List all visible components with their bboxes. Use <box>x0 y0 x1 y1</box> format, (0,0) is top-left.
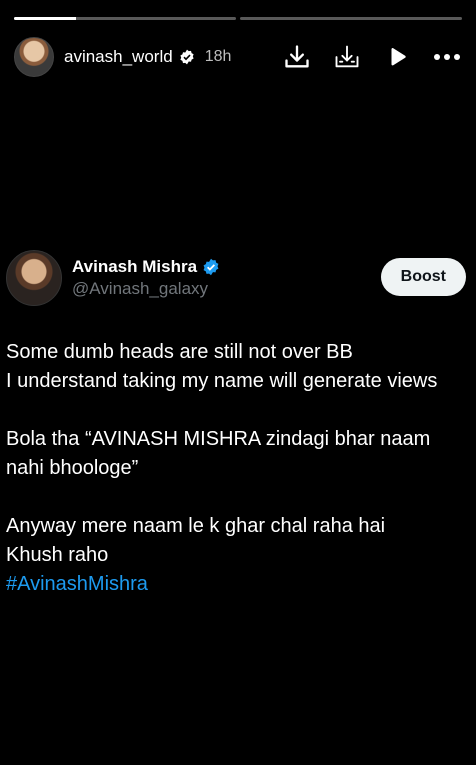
verified-icon <box>180 49 194 65</box>
tweet-line: Some dumb heads are still not over BB <box>6 341 353 363</box>
story-progress <box>14 17 462 20</box>
boost-button[interactable]: Boost <box>380 258 466 296</box>
tweet-line: nahi bhoologe” <box>6 457 139 479</box>
more-icon[interactable] <box>432 42 462 72</box>
tweet-avatar[interactable] <box>6 250 62 306</box>
verified-icon <box>203 258 219 276</box>
display-name-text: Avinash Mishra <box>72 257 198 276</box>
tweet-paragraph-2: Bola tha “AVINASH MISHRA zindagi bhar na… <box>6 425 466 483</box>
story-username[interactable]: avinash_world <box>64 47 173 67</box>
tweet-display-name[interactable]: Avinash Mishra <box>72 257 220 277</box>
download-icon[interactable] <box>282 42 312 72</box>
play-icon[interactable] <box>382 42 412 72</box>
tweet-card: Avinash Mishra @Avinash_galaxy Boost Som… <box>6 250 466 599</box>
progress-segment-1 <box>14 17 236 20</box>
progress-segment-2 <box>240 17 462 20</box>
tweet-handle[interactable]: @Avinash_galaxy <box>72 279 220 299</box>
tweet-text: Some dumb heads are still not over BB I … <box>6 338 466 599</box>
story-time: 18h <box>204 48 232 65</box>
save-icon[interactable] <box>332 42 362 72</box>
tweet-line: Anyway mere naam le k ghar chal raha hai <box>6 515 386 537</box>
tweet-line: Khush raho <box>6 544 109 566</box>
tweet-line: Bola tha “AVINASH MISHRA zindagi bhar na… <box>6 428 431 450</box>
story-header: avinash_world 18h <box>14 36 462 78</box>
tweet-paragraph-1: Some dumb heads are still not over BB I … <box>6 338 466 396</box>
hashtag-link[interactable]: #AvinashMishra <box>6 570 466 599</box>
tweet-line: I understand taking my name will generat… <box>6 370 438 392</box>
avatar[interactable] <box>14 37 54 77</box>
tweet-paragraph-3: Anyway mere naam le k ghar chal raha hai… <box>6 512 466 599</box>
